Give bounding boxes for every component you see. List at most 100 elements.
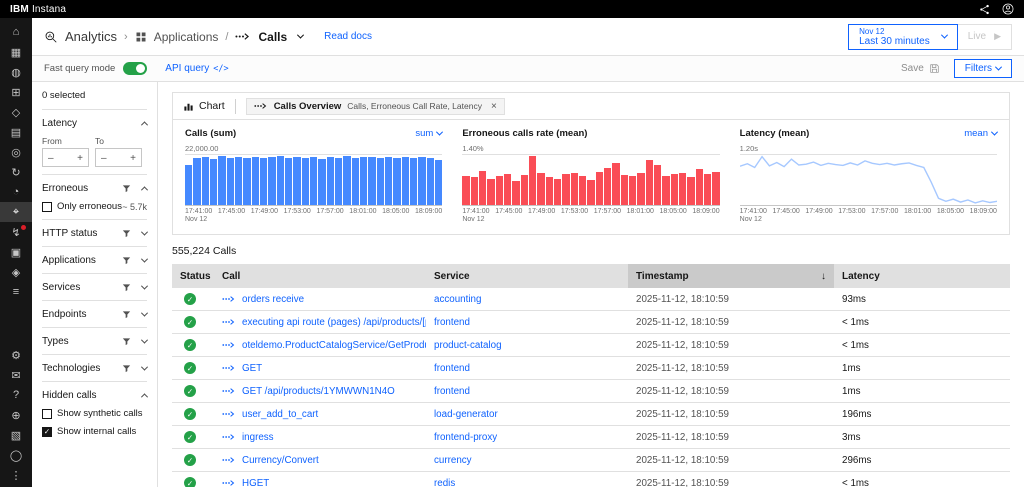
latency-line-plot[interactable]: [739, 154, 997, 206]
share-icon[interactable]: [979, 4, 990, 15]
nav-analytics-icon[interactable]: ⌖: [0, 202, 32, 222]
table-row[interactable]: GET frontend 2025-11-12, 18:10:59 1ms: [172, 357, 1010, 380]
breadcrumb-calls[interactable]: Calls: [258, 30, 287, 44]
chart-view-selector[interactable]: Chart: [183, 100, 225, 112]
call-link[interactable]: executing api route (pages) /api/product…: [242, 317, 426, 328]
nav-profile-icon[interactable]: ◯: [0, 445, 32, 465]
call-link[interactable]: GET /api/products/1YMWWN1N4O: [242, 386, 395, 397]
show-synthetic-calls-checkbox[interactable]: Show synthetic calls: [42, 408, 147, 419]
column-header-status[interactable]: Status: [172, 271, 214, 282]
close-icon[interactable]: ×: [491, 101, 497, 112]
nav-kubernetes-icon[interactable]: ◇: [0, 102, 32, 122]
table-row[interactable]: Currency/Convert currency 2025-11-12, 18…: [172, 449, 1010, 472]
nav-more-icon[interactable]: ⋮: [0, 465, 32, 485]
breadcrumb-applications[interactable]: Applications: [154, 30, 219, 44]
service-link[interactable]: product-catalog: [434, 340, 502, 351]
nav-dashboards-icon[interactable]: ▦: [0, 42, 32, 62]
increment-icon[interactable]: [130, 152, 136, 164]
calls-dropdown-chevron-icon[interactable]: [297, 31, 305, 39]
nav-settings-icon[interactable]: ⚙: [0, 345, 32, 365]
expand-chevron-icon[interactable]: [140, 228, 149, 236]
service-link[interactable]: frontend: [434, 386, 470, 397]
expand-chevron-icon[interactable]: [140, 309, 149, 317]
save-button[interactable]: Save: [901, 63, 940, 74]
nav-home-icon[interactable]: ⌂: [0, 22, 32, 42]
nav-messages-icon[interactable]: ✉: [0, 365, 32, 385]
fast-query-toggle[interactable]: [123, 62, 148, 75]
nav-add-icon[interactable]: ⊕: [0, 405, 32, 425]
call-link[interactable]: HGET: [242, 478, 269, 487]
endpoints-section-header[interactable]: Endpoints: [42, 309, 149, 320]
column-header-timestamp[interactable]: Timestamp ↓: [628, 264, 834, 288]
table-row[interactable]: ingress frontend-proxy 2025-11-12, 18:10…: [172, 426, 1010, 449]
erroneous-bar-plot[interactable]: [462, 154, 720, 206]
only-erroneous-checkbox[interactable]: Only erroneous: [42, 201, 122, 212]
service-link[interactable]: load-generator: [434, 409, 498, 420]
live-button[interactable]: Live ▶: [957, 23, 1012, 50]
decrement-icon[interactable]: [101, 152, 107, 164]
latency-to-input[interactable]: [95, 148, 142, 167]
column-header-call[interactable]: Call: [214, 271, 426, 282]
brand-logo[interactable]: IBM Instana: [10, 4, 66, 15]
services-section-header[interactable]: Services: [42, 282, 149, 293]
table-row[interactable]: user_add_to_cart load-generator 2025-11-…: [172, 403, 1010, 426]
breadcrumb-analytics[interactable]: Analytics: [65, 29, 117, 44]
nav-service-levels-icon[interactable]: ◔: [0, 182, 32, 202]
call-link[interactable]: ingress: [242, 432, 274, 443]
expand-chevron-icon[interactable]: [140, 336, 149, 344]
service-link[interactable]: frontend-proxy: [434, 432, 497, 443]
technologies-section-header[interactable]: Technologies: [42, 363, 149, 374]
expand-chevron-icon[interactable]: [140, 282, 149, 290]
table-row[interactable]: HGET redis 2025-11-12, 18:10:59 < 1ms: [172, 472, 1010, 487]
time-range-picker[interactable]: Nov 12 Last 30 minutes: [848, 23, 958, 50]
aggregation-dropdown[interactable]: mean: [964, 128, 999, 139]
service-link[interactable]: accounting: [434, 294, 481, 305]
calls-bar-plot[interactable]: [185, 154, 443, 206]
service-link[interactable]: frontend: [434, 363, 470, 374]
filters-button[interactable]: Filters: [953, 59, 1012, 78]
collapse-chevron-icon[interactable]: [140, 121, 149, 129]
nav-applications-icon[interactable]: ⊞: [0, 82, 32, 102]
nav-logs-icon[interactable]: ≡: [0, 282, 32, 302]
hidden-calls-section-header[interactable]: Hidden calls: [42, 390, 149, 401]
call-link[interactable]: user_add_to_cart: [242, 409, 318, 420]
sort-descending-icon[interactable]: ↓: [821, 271, 826, 282]
nav-websites-icon[interactable]: ◍: [0, 62, 32, 82]
decrement-icon[interactable]: [48, 152, 54, 164]
types-section-header[interactable]: Types: [42, 336, 149, 347]
nav-events-icon[interactable]: ↯: [0, 222, 32, 242]
service-link[interactable]: redis: [434, 478, 455, 487]
collapse-chevron-icon[interactable]: [140, 393, 149, 401]
aggregation-dropdown[interactable]: sum: [415, 128, 444, 139]
nav-infrastructure-icon[interactable]: ▤: [0, 122, 32, 142]
call-link[interactable]: GET: [242, 363, 262, 374]
table-row[interactable]: orders receive accounting 2025-11-12, 18…: [172, 288, 1010, 311]
calls-overview-tab[interactable]: Calls Overview Calls, Erroneous Call Rat…: [245, 97, 505, 115]
table-row[interactable]: oteldemo.ProductCatalogService/GetProduc…: [172, 334, 1010, 357]
user-avatar-icon[interactable]: [1002, 3, 1014, 15]
table-row[interactable]: GET /api/products/1YMWWN1N4O frontend 20…: [172, 380, 1010, 403]
call-link[interactable]: orders receive: [242, 294, 304, 305]
latency-section-header[interactable]: Latency: [42, 118, 149, 129]
column-header-latency[interactable]: Latency: [834, 271, 1010, 282]
service-link[interactable]: currency: [434, 455, 472, 466]
nav-automation-icon[interactable]: ↻: [0, 162, 32, 182]
nav-incidents-icon[interactable]: ▣: [0, 242, 32, 262]
applications-section-header[interactable]: Applications: [42, 255, 149, 266]
erroneous-section-header[interactable]: Erroneous: [42, 183, 149, 194]
http-status-section-header[interactable]: HTTP status: [42, 228, 149, 239]
collapse-chevron-icon[interactable]: [140, 186, 149, 194]
api-query-link[interactable]: API query </>: [165, 63, 228, 74]
column-header-service[interactable]: Service: [426, 271, 628, 282]
call-link[interactable]: Currency/Convert: [242, 455, 319, 466]
table-row[interactable]: executing api route (pages) /api/product…: [172, 311, 1010, 334]
service-link[interactable]: frontend: [434, 317, 470, 328]
expand-chevron-icon[interactable]: [140, 363, 149, 371]
latency-from-input[interactable]: [42, 148, 89, 167]
increment-icon[interactable]: [77, 152, 83, 164]
read-docs-link[interactable]: Read docs: [324, 31, 372, 42]
nav-integrations-icon[interactable]: ◈: [0, 262, 32, 282]
call-link[interactable]: oteldemo.ProductCatalogService/GetProduc…: [242, 340, 426, 351]
nav-help-icon[interactable]: ?: [0, 385, 32, 405]
nav-resources-icon[interactable]: ▧: [0, 425, 32, 445]
